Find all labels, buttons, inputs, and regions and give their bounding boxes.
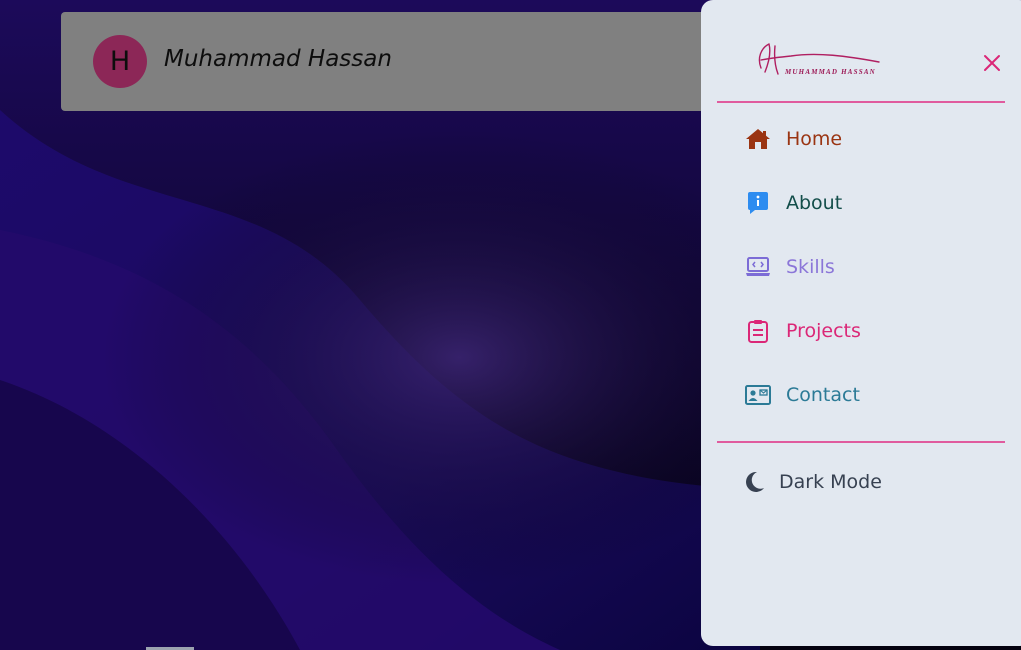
contact-card-icon <box>743 380 773 410</box>
nav-item-projects[interactable]: Projects <box>743 313 861 349</box>
close-icon[interactable] <box>980 51 1004 75</box>
nav-label-about: About <box>786 192 843 214</box>
nav-label-skills: Skills <box>786 256 835 278</box>
clipboard-icon <box>743 316 773 346</box>
site-name[interactable]: Muhammad Hassan <box>164 46 392 72</box>
drawer-divider-bottom <box>717 441 1005 443</box>
top-header-bar: H Muhammad Hassan <box>61 12 741 111</box>
avatar[interactable]: H <box>93 35 147 88</box>
nav-item-contact[interactable]: Contact <box>743 377 860 413</box>
laptop-code-icon <box>743 252 773 282</box>
svg-text:MUHAMMAD HASSAN: MUHAMMAD HASSAN <box>784 68 876 76</box>
signature-logo[interactable]: MUHAMMAD HASSAN <box>747 38 883 80</box>
nav-label-projects: Projects <box>786 320 861 342</box>
info-message-icon <box>743 188 773 218</box>
nav-label-home: Home <box>786 128 843 150</box>
nav-item-home[interactable]: Home <box>743 121 842 157</box>
nav-item-skills[interactable]: Skills <box>743 249 835 285</box>
page: H Muhammad Hassan MUHAMMAD HASSAN Home A… <box>0 0 1021 650</box>
dark-mode-label: Dark Mode <box>779 471 882 493</box>
drawer-divider-top <box>717 101 1005 103</box>
moon-icon <box>739 467 769 497</box>
nav-item-about[interactable]: About <box>743 185 842 221</box>
dark-mode-toggle[interactable]: Dark Mode <box>739 464 882 500</box>
nav-label-contact: Contact <box>786 384 860 406</box>
home-icon <box>743 124 773 154</box>
side-drawer: MUHAMMAD HASSAN Home About Skills Projec… <box>701 0 1021 646</box>
